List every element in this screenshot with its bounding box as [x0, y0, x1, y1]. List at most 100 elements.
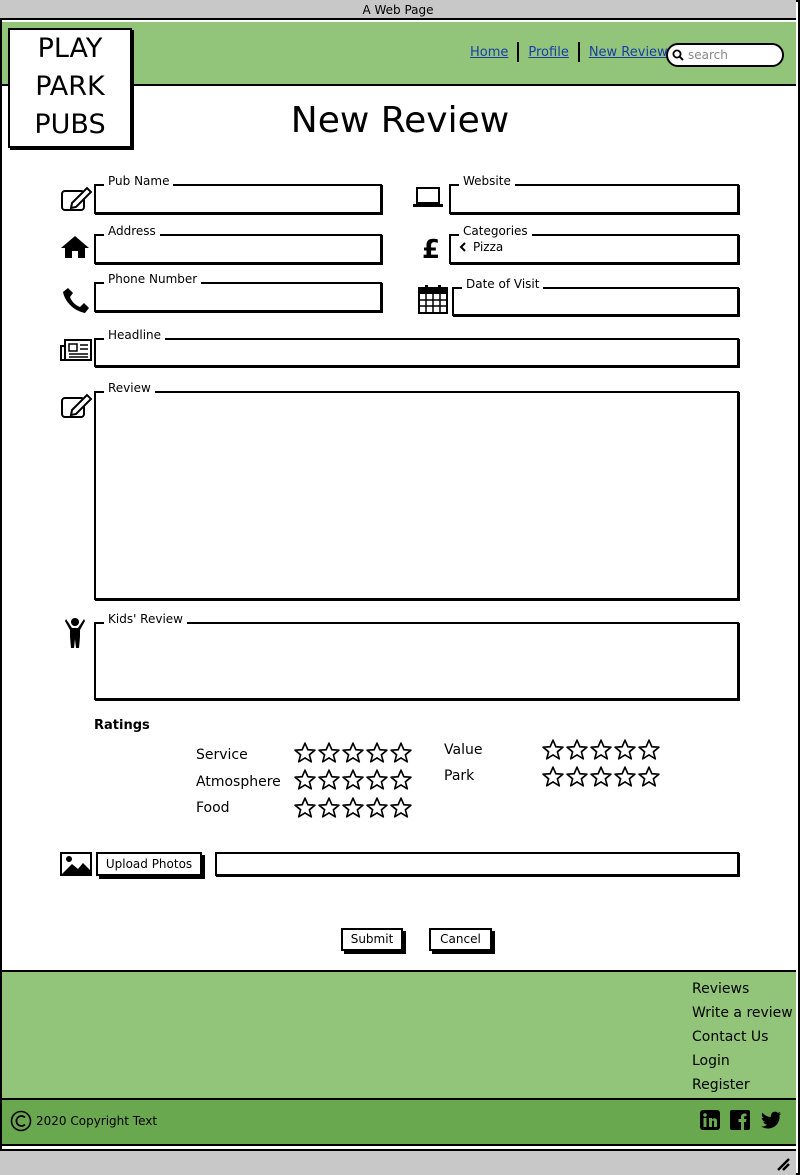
star-icon[interactable] [390, 742, 412, 763]
logo-line: PLAY [37, 33, 103, 64]
star-icon[interactable] [294, 742, 316, 763]
address-field[interactable]: Address [94, 224, 382, 264]
pub-name-field[interactable]: Pub Name [94, 174, 382, 214]
star-icon[interactable] [342, 769, 364, 790]
edit-icon [61, 186, 92, 211]
star-icon[interactable] [590, 766, 612, 787]
phone-label: Phone Number [104, 272, 202, 286]
svg-text:£: £ [422, 235, 440, 262]
food-rating-label: Food [196, 800, 230, 816]
chevron-left-icon [459, 242, 466, 252]
star-icon[interactable] [390, 797, 412, 818]
star-icon[interactable] [638, 739, 660, 760]
star-icon[interactable] [318, 797, 340, 818]
phone-field[interactable]: Phone Number [94, 272, 382, 312]
nav-divider [517, 42, 520, 62]
value-rating-label: Value [444, 742, 483, 758]
search-icon [672, 49, 684, 61]
linkedin-icon[interactable] [700, 1110, 720, 1130]
star-icon[interactable] [638, 766, 660, 787]
footer-link-register[interactable]: Register [692, 1073, 793, 1097]
copyright: 2020 Copyright Text [10, 1110, 157, 1132]
window-title: A Web Page [0, 0, 796, 20]
date-of-visit-field[interactable]: Date of Visit [452, 277, 739, 316]
food-star-rating[interactable] [294, 797, 412, 818]
footer-link-reviews[interactable]: Reviews [692, 977, 793, 1001]
upload-file-field[interactable] [215, 852, 739, 876]
date-of-visit-label: Date of Visit [462, 277, 544, 291]
atmosphere-star-rating[interactable] [294, 769, 412, 790]
pound-icon: £ [422, 235, 440, 262]
kids-review-label: Kids' Review [104, 612, 187, 626]
edit-icon [61, 393, 92, 418]
search-placeholder: search [688, 48, 728, 62]
copyright-text: 2020 Copyright Text [36, 1114, 158, 1128]
nav-divider [577, 42, 580, 62]
categories-select[interactable]: Categories Pizza [449, 224, 739, 264]
star-icon[interactable] [318, 742, 340, 763]
resize-grip-icon[interactable] [774, 1155, 790, 1171]
star-icon[interactable] [366, 797, 388, 818]
park-star-rating[interactable] [542, 766, 660, 787]
star-icon[interactable] [366, 769, 388, 790]
logo-line: PUBS [34, 109, 106, 140]
nav-home-link[interactable]: Home [470, 45, 508, 60]
atmosphere-rating-label: Atmosphere [196, 774, 281, 790]
social-links [700, 1110, 782, 1130]
star-icon[interactable] [566, 739, 588, 760]
park-rating-label: Park [444, 768, 475, 784]
kids-review-textarea[interactable]: Kids' Review [94, 612, 739, 700]
star-icon[interactable] [614, 766, 636, 787]
nav-new-review-link[interactable]: New Review [589, 45, 668, 60]
star-icon[interactable] [542, 766, 564, 787]
laptop-icon [413, 187, 443, 207]
copyright-icon [10, 1110, 32, 1132]
review-label: Review [104, 381, 155, 395]
site-logo[interactable]: PLAY PARK PUBS [8, 28, 132, 148]
newspaper-icon [60, 339, 92, 361]
ratings-heading: Ratings [94, 718, 150, 733]
website-label: Website [459, 174, 515, 188]
pub-name-label: Pub Name [104, 174, 174, 188]
review-textarea[interactable]: Review [94, 381, 739, 600]
twitter-icon[interactable] [760, 1110, 782, 1130]
categories-label: Categories [459, 224, 532, 238]
website-field[interactable]: Website [449, 174, 739, 214]
status-bar [0, 1149, 796, 1175]
star-icon[interactable] [390, 769, 412, 790]
site-footer [2, 970, 796, 1098]
star-icon[interactable] [294, 769, 316, 790]
star-icon[interactable] [294, 797, 316, 818]
footer-link-contact[interactable]: Contact Us [692, 1025, 793, 1049]
home-icon [61, 236, 89, 258]
service-rating-label: Service [196, 747, 248, 763]
footer-links: Reviews Write a review Contact Us Login … [692, 977, 793, 1097]
upload-photos-button[interactable]: Upload Photos [96, 852, 202, 876]
image-icon [60, 852, 92, 876]
nav-profile-link[interactable]: Profile [528, 45, 568, 60]
footer-link-login[interactable]: Login [692, 1049, 793, 1073]
headline-label: Headline [104, 328, 166, 342]
cancel-button[interactable]: Cancel [429, 928, 492, 951]
calendar-icon [418, 285, 448, 314]
facebook-icon[interactable] [730, 1110, 750, 1130]
star-icon[interactable] [614, 739, 636, 760]
submit-button[interactable]: Submit [341, 928, 403, 951]
star-icon[interactable] [342, 797, 364, 818]
categories-value: Pizza [473, 240, 504, 254]
value-star-rating[interactable] [542, 739, 660, 760]
search-input[interactable]: search [666, 43, 784, 67]
child-icon [65, 618, 85, 648]
main-nav: Home Profile New Review [470, 42, 668, 62]
star-icon[interactable] [366, 742, 388, 763]
star-icon[interactable] [590, 739, 612, 760]
star-icon[interactable] [342, 742, 364, 763]
star-icon[interactable] [542, 739, 564, 760]
address-label: Address [104, 224, 160, 238]
star-icon[interactable] [318, 769, 340, 790]
footer-link-write-review[interactable]: Write a review [692, 1001, 793, 1025]
headline-field[interactable]: Headline [94, 328, 739, 367]
star-icon[interactable] [566, 766, 588, 787]
service-star-rating[interactable] [294, 742, 412, 763]
phone-icon [63, 288, 89, 313]
